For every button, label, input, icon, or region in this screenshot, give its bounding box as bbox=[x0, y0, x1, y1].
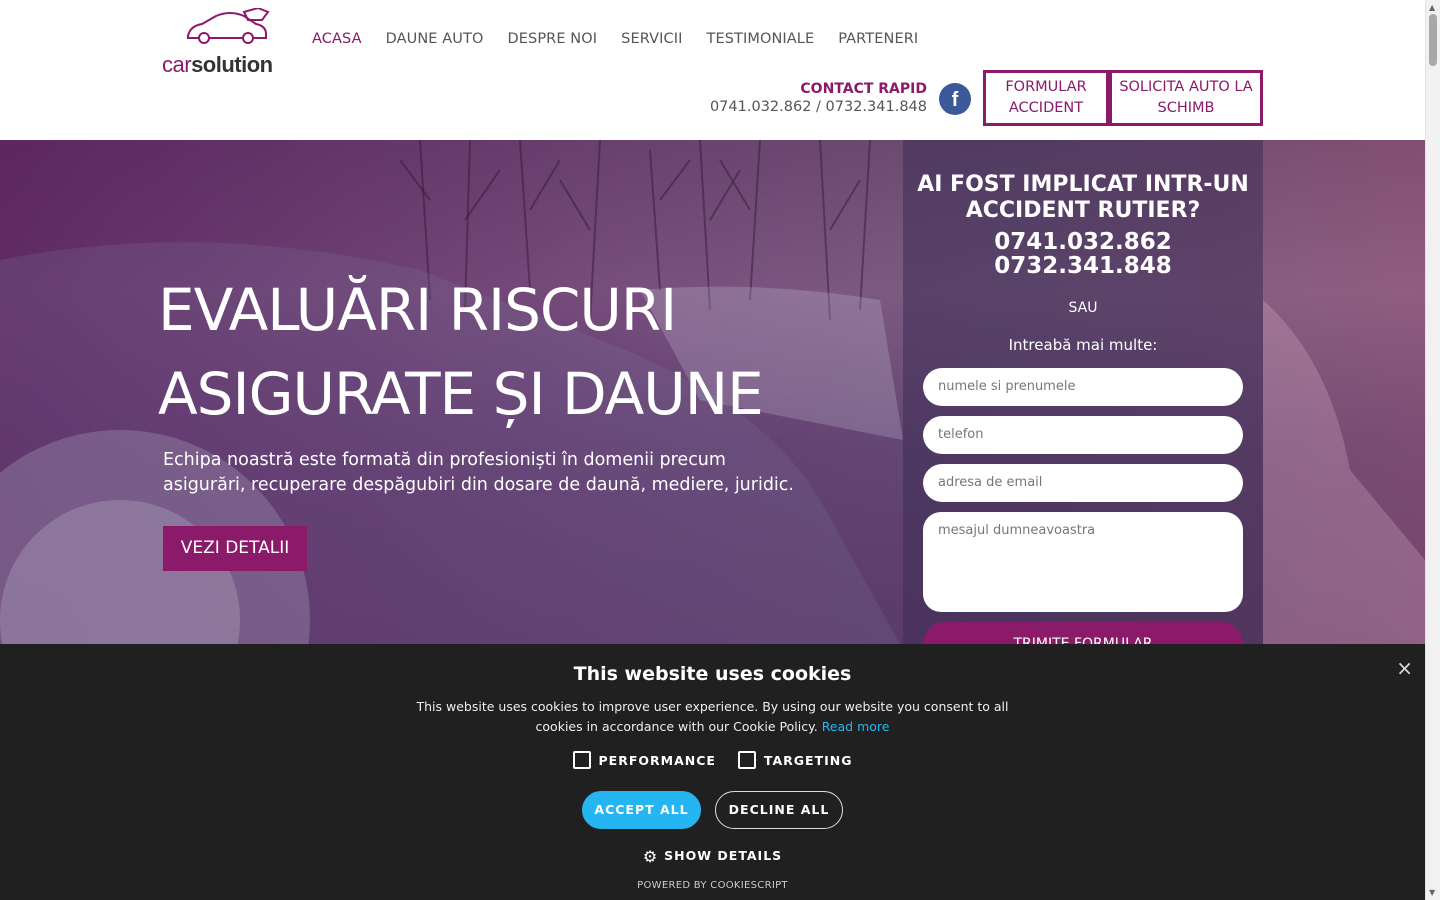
nav-despre-noi[interactable]: DESPRE NOI bbox=[507, 31, 597, 47]
car-logo-icon bbox=[187, 8, 270, 44]
gear-icon: ⚙ bbox=[642, 847, 659, 866]
submit-button[interactable]: TRIMITE FORMULAR bbox=[923, 622, 1243, 644]
facebook-icon[interactable]: f bbox=[939, 83, 971, 115]
formular-accident-button[interactable]: FORMULAR ACCIDENT bbox=[983, 70, 1109, 126]
logo-text: carsolution bbox=[162, 52, 273, 77]
checkbox-icon[interactable] bbox=[737, 751, 756, 769]
contact-rapid: CONTACT RAPID 0741.032.862 / 0732.341.84… bbox=[710, 81, 927, 115]
message-textarea[interactable]: mesajul dumneavoastra bbox=[923, 512, 1243, 612]
cookie-title: This website uses cookies bbox=[573, 663, 852, 685]
solicita-auto-button[interactable]: SOLICITA AUTO LA SCHIMB bbox=[1109, 70, 1263, 126]
vezi-detalii-button[interactable]: VEZI DETALII bbox=[163, 526, 307, 571]
checkbox-icon[interactable] bbox=[572, 751, 591, 769]
accept-all-button[interactable]: ACCEPT ALL bbox=[582, 791, 701, 829]
performance-checkbox[interactable]: PERFORMANCE bbox=[572, 751, 716, 769]
decline-all-button[interactable]: DECLINE ALL bbox=[715, 791, 843, 829]
panel-question: AI FOST IMPLICAT INTR-UN ACCIDENT RUTIER… bbox=[917, 172, 1249, 223]
show-details-button[interactable]: ⚙ SHOW DETAILS bbox=[0, 847, 1425, 866]
main-nav: ACASA DAUNE AUTO DESPRE NOI SERVICII TES… bbox=[312, 31, 918, 47]
nav-acasa[interactable]: ACASA bbox=[312, 31, 362, 47]
page-scrollbar[interactable]: ▲ ▼ bbox=[1425, 0, 1440, 900]
name-input[interactable]: numele si prenumele bbox=[923, 368, 1243, 406]
close-icon[interactable]: × bbox=[1396, 656, 1413, 680]
scroll-down-icon[interactable]: ▼ bbox=[1429, 888, 1435, 897]
panel-phones: 0741.032.862 0732.341.848 bbox=[903, 230, 1263, 278]
hero-section: EVALUĂRI RISCURI ASIGURATE ȘI DAUNE Echip… bbox=[0, 140, 1425, 644]
cookie-categories: PERFORMANCE TARGETING bbox=[0, 751, 1425, 769]
nav-daune-auto[interactable]: DAUNE AUTO bbox=[386, 31, 484, 47]
panel-phone-2[interactable]: 0732.341.848 bbox=[903, 254, 1263, 278]
read-more-link[interactable]: Read more bbox=[822, 719, 890, 734]
contact-title: CONTACT RAPID bbox=[800, 81, 927, 97]
cookie-buttons: ACCEPT ALL DECLINE ALL bbox=[0, 791, 1425, 829]
contact-form-panel: AI FOST IMPLICAT INTR-UN ACCIDENT RUTIER… bbox=[903, 140, 1263, 644]
scrollbar-thumb[interactable] bbox=[1429, 14, 1437, 66]
logo[interactable]: carsolution bbox=[162, 8, 278, 77]
email-input[interactable]: adresa de email bbox=[923, 464, 1243, 502]
targeting-checkbox[interactable]: TARGETING bbox=[737, 751, 853, 769]
hero-description: Echipa noastră este formată din profesio… bbox=[163, 450, 794, 495]
phone-input[interactable]: telefon bbox=[923, 416, 1243, 454]
nav-parteneri[interactable]: PARTENERI bbox=[838, 31, 918, 47]
hero-title: EVALUĂRI RISCURI ASIGURATE ȘI DAUNE bbox=[158, 276, 764, 428]
scroll-up-icon[interactable]: ▲ bbox=[1429, 3, 1435, 12]
powered-by[interactable]: POWERED BY COOKIESCRIPT bbox=[0, 880, 1425, 891]
panel-or: SAU bbox=[1068, 300, 1098, 316]
site-header: carsolution ACASA DAUNE AUTO DESPRE NOI … bbox=[0, 0, 1425, 140]
panel-ask: Intreabă mai multe: bbox=[1008, 336, 1158, 354]
panel-phone-1[interactable]: 0741.032.862 bbox=[903, 230, 1263, 254]
cookie-banner: × This website uses cookies This website… bbox=[0, 644, 1425, 900]
nav-servicii[interactable]: SERVICII bbox=[621, 31, 682, 47]
contact-phones[interactable]: 0741.032.862 / 0732.341.848 bbox=[710, 99, 927, 115]
cookie-message: This website uses cookies to improve use… bbox=[416, 699, 1009, 734]
nav-testimoniale[interactable]: TESTIMONIALE bbox=[706, 31, 814, 47]
